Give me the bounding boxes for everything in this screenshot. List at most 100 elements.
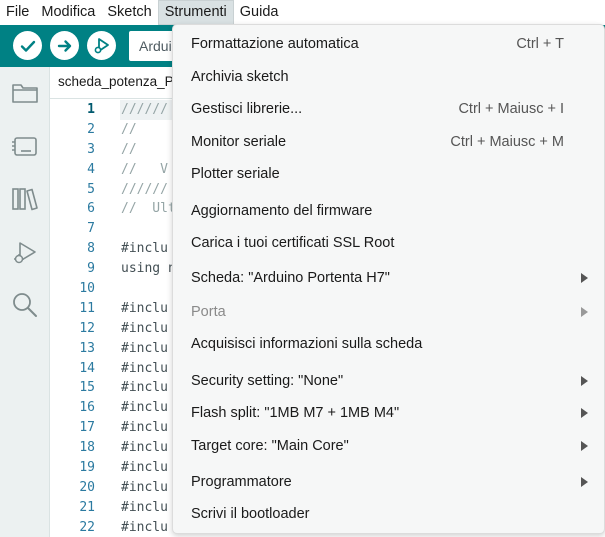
sidebar (0, 67, 50, 537)
menu-option[interactable]: Monitor seriale Ctrl + Maiusc + M (173, 127, 604, 157)
line-number: 11 (79, 300, 95, 316)
line-number: 7 (87, 221, 95, 237)
board-icon (12, 137, 37, 156)
boards-manager-button[interactable] (9, 131, 41, 163)
debug-button[interactable] (87, 31, 116, 60)
code-text: // (121, 141, 137, 157)
line-number: 12 (79, 320, 95, 336)
menu-option-label: Porta (191, 304, 226, 320)
code-text: #inclu (121, 519, 168, 535)
line-number: 17 (79, 420, 95, 436)
code-text: #inclu (121, 380, 168, 396)
submenu-arrow-icon (581, 307, 588, 317)
line-number: 10 (79, 281, 95, 297)
menu-bar: File Modifica Sketch Strumenti Guida (0, 0, 605, 25)
menu-option[interactable]: Archivia sketch (173, 62, 604, 92)
line-number: 18 (79, 440, 95, 456)
menu-option[interactable]: Security setting: "None" (173, 366, 604, 396)
debug-icon (14, 242, 36, 264)
menu-option-label: Acquisisci informazioni sulla scheda (191, 336, 423, 352)
code-text: #inclu (121, 460, 168, 476)
code-text: #inclu (121, 400, 168, 416)
submenu-arrow-icon (581, 273, 588, 283)
code-text: // (121, 121, 137, 137)
code-text: #inclu (121, 420, 168, 436)
upload-button[interactable] (50, 31, 79, 60)
search-icon (13, 293, 37, 317)
folder-icon (12, 84, 38, 103)
line-number: 13 (79, 340, 95, 356)
menu-option-label: Programmatore (191, 474, 292, 490)
menu-option[interactable]: Aggiornamento del firmware (173, 196, 604, 226)
code-text: #inclu (121, 241, 168, 257)
code-text: #inclu (121, 340, 168, 356)
menu-option-shortcut: Ctrl + Maiusc + M (450, 134, 564, 150)
code-text: // Ult (121, 201, 176, 217)
verify-button[interactable] (13, 31, 42, 60)
menu-option-label: Flash split: "1MB M7 + 1MB M4" (191, 405, 400, 421)
tab-sketch-file[interactable]: scheda_potenza_P (58, 74, 174, 89)
arrow-right-icon (57, 39, 71, 52)
menu-option-label: Scrivi il bootloader (191, 506, 310, 522)
line-number: 4 (87, 161, 95, 177)
menu-file[interactable]: File (0, 0, 35, 25)
line-number: 21 (79, 499, 95, 515)
line-number: 5 (87, 181, 95, 197)
menu-option-label: Security setting: "None" (191, 373, 344, 389)
menu-option[interactable]: Programmatore (173, 467, 604, 497)
menu-option[interactable]: Scheda: "Arduino Portenta H7" (173, 263, 604, 293)
menu-option[interactable]: Target core: "Main Core" (173, 431, 604, 461)
menu-sketch[interactable]: Sketch (101, 0, 157, 25)
code-text: using n (121, 261, 176, 277)
search-button[interactable] (9, 289, 41, 321)
library-manager-button[interactable] (9, 183, 41, 215)
submenu-arrow-icon (581, 376, 588, 386)
code-text: ////// (121, 181, 168, 197)
menu-option-shortcut: Ctrl + T (516, 36, 564, 52)
code-text: #inclu (121, 499, 168, 515)
menu-strumenti[interactable]: Strumenti (157, 0, 234, 25)
menu-option[interactable]: Scrivi il bootloader (173, 499, 604, 529)
menu-option-label: Target core: "Main Core" (191, 438, 349, 454)
submenu-arrow-icon (581, 477, 588, 487)
menu-option-label: Gestisci librerie... (191, 101, 303, 117)
code-text: #inclu (121, 320, 168, 336)
menu-modifica[interactable]: Modifica (35, 0, 101, 25)
menu-option[interactable]: Acquisisci informazioni sulla scheda (173, 329, 604, 359)
menu-option-label: Monitor seriale (191, 134, 287, 150)
code-text: #inclu (121, 360, 168, 376)
menu-option-label: Aggiornamento del firmware (191, 203, 373, 219)
line-number: 19 (79, 460, 95, 476)
line-number: 15 (79, 380, 95, 396)
code-text: // V (121, 161, 168, 177)
line-number: 1 (87, 102, 95, 117)
library-icon (12, 188, 38, 211)
menu-option-label: Archivia sketch (191, 69, 289, 85)
line-number: 6 (87, 201, 95, 217)
line-number: 14 (79, 360, 95, 376)
line-number: 3 (87, 141, 95, 157)
menu-guida[interactable]: Guida (234, 0, 285, 25)
code-text: #inclu (121, 479, 168, 495)
menu-option[interactable]: Flash split: "1MB M7 + 1MB M4" (173, 398, 604, 428)
line-number: 2 (87, 121, 95, 137)
strumenti-dropdown-menu: Formattazione automatica Ctrl + T Archivia… (172, 24, 605, 534)
code-text: #inclu (121, 440, 168, 456)
code-text: ////// (121, 102, 168, 117)
line-number: 22 (79, 519, 95, 535)
line-number: 8 (87, 241, 95, 257)
menu-option[interactable]: Formattazione automatica Ctrl + T (173, 29, 604, 59)
code-text: #inclu (121, 300, 168, 316)
submenu-arrow-icon (581, 408, 588, 418)
line-number: 20 (79, 479, 95, 495)
debug-icon (94, 37, 109, 53)
sketchbook-button[interactable] (9, 77, 41, 109)
menu-option-label: Scheda: "Arduino Portenta H7" (191, 270, 390, 286)
submenu-arrow-icon (581, 441, 588, 451)
debug-panel-button[interactable] (9, 237, 41, 269)
menu-option-shortcut: Ctrl + Maiusc + I (458, 101, 564, 117)
menu-option[interactable]: Carica i tuoi certificati SSL Root (173, 228, 604, 258)
menu-option[interactable]: Gestisci librerie... Ctrl + Maiusc + I (173, 94, 604, 124)
line-number: 9 (87, 261, 95, 277)
menu-option[interactable]: Plotter seriale (173, 159, 604, 189)
